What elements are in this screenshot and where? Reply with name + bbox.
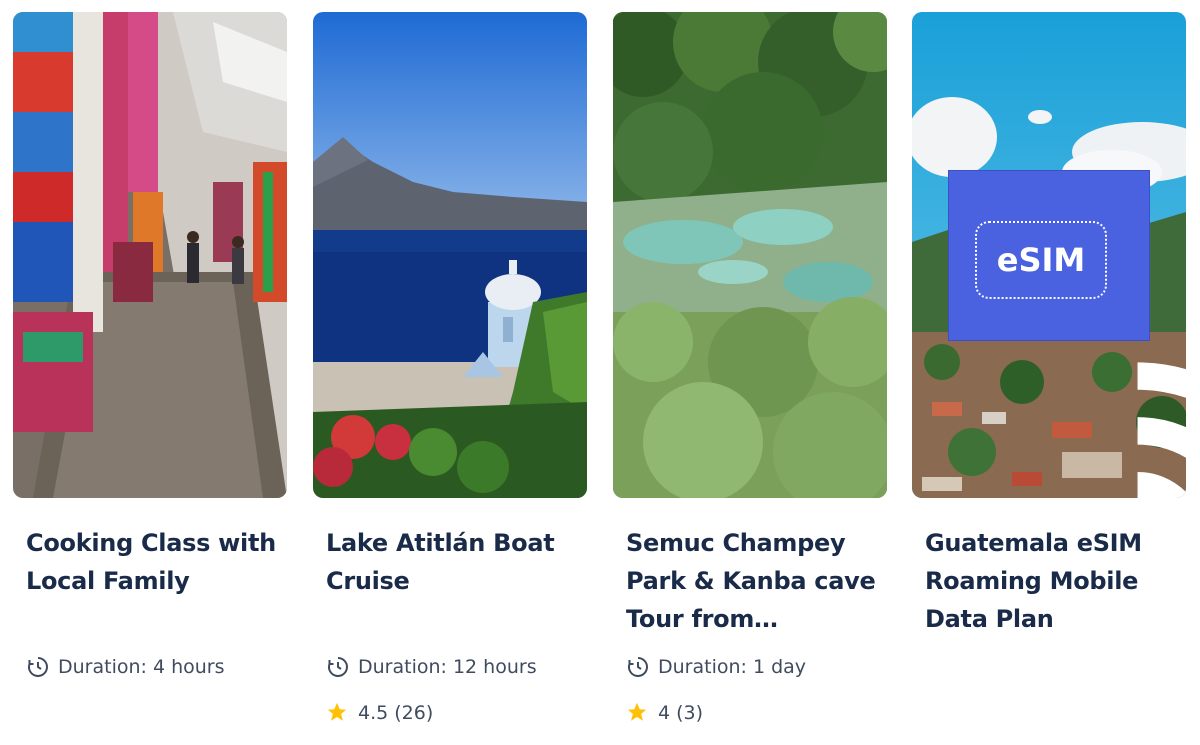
card-rating: 4.5 (26) [326,701,433,725]
star-icon [626,701,650,725]
card-title[interactable]: Cooking Class with Local Family [26,524,279,600]
card-title[interactable]: Guatemala eSIM Roaming Mobile Data Plan [925,524,1178,638]
card-image-turquoise-pools[interactable] [613,12,887,498]
activity-card-lake-atitlan[interactable]: Lake Atitlán Boat Cruise Duration: 12 ho… [313,12,587,742]
card-title[interactable]: Lake Atitlán Boat Cruise [326,524,579,600]
rating-text: 4.5 (26) [358,702,434,724]
esim-badge-text: eSIM [996,241,1086,279]
activity-card-semuc-champey[interactable]: Semuc Champey Park & Kanba cave Tour fro… [613,12,887,742]
card-image-lake-volcano[interactable] [313,12,587,498]
star-icon [326,701,350,725]
card-image-town-aerial[interactable]: eSIM [912,12,1186,498]
card-duration: Duration: 12 hours [326,655,537,679]
esim-card-outline: eSIM [975,221,1107,299]
activity-card-grid: Cooking Class with Local Family Duration… [0,0,1200,745]
rating-text: 4 (3) [658,702,704,724]
activity-card-cooking-class[interactable]: Cooking Class with Local Family Duration… [13,12,287,742]
duration-text: Duration: 4 hours [58,656,225,678]
signal-icon [1101,197,1186,498]
card-image-market-street[interactable] [13,12,287,498]
clock-icon [26,655,50,679]
duration-text: Duration: 1 day [658,656,807,678]
card-duration: Duration: 4 hours [26,655,225,679]
activity-card-guatemala-esim[interactable]: eSIM Guatemala eSIM Roaming Mobile Data … [912,12,1186,742]
card-duration: Duration: 1 day [626,655,806,679]
card-rating: 4 (3) [626,701,703,725]
clock-icon [626,655,650,679]
esim-badge: eSIM [948,170,1186,498]
duration-text: Duration: 12 hours [358,656,537,678]
card-title[interactable]: Semuc Champey Park & Kanba cave Tour fro… [626,524,879,638]
clock-icon [326,655,350,679]
